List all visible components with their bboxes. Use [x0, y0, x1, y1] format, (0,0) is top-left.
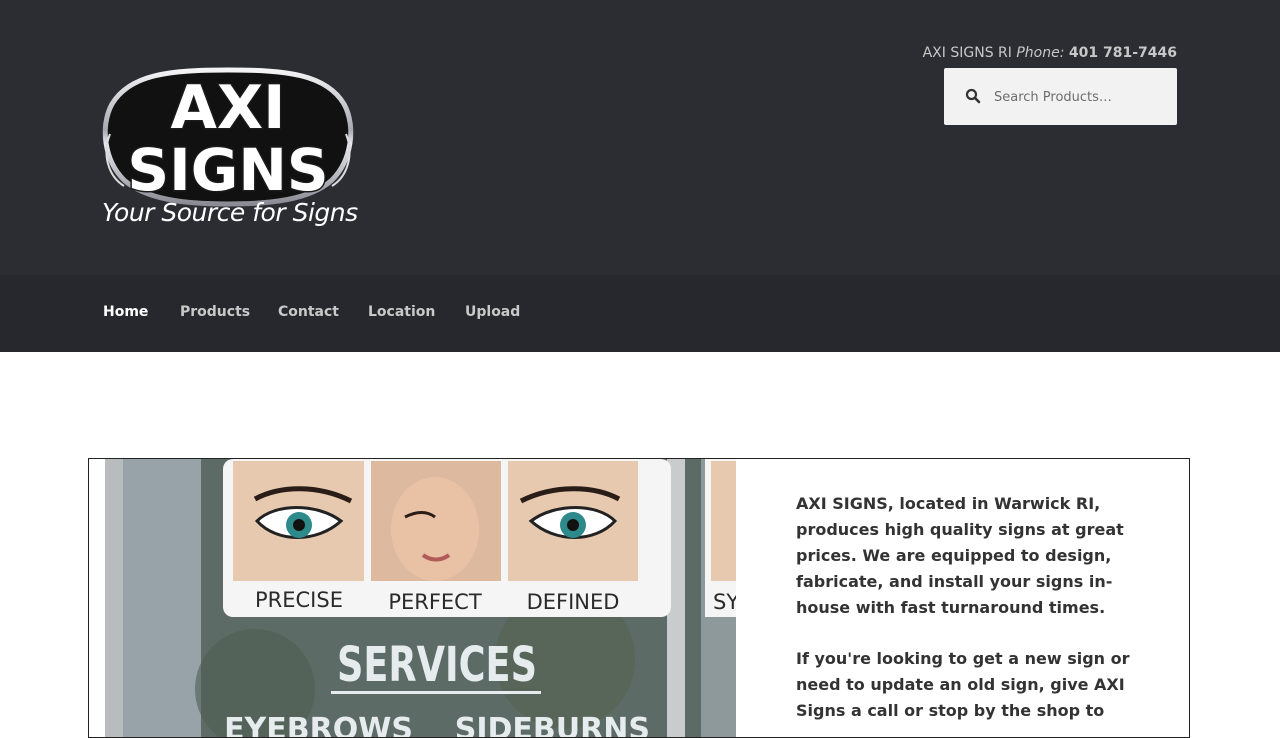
nav-location[interactable]: Location	[368, 304, 435, 320]
sign-caption-defined: DEFINED	[527, 590, 620, 614]
contact-info: AXI SIGNS RI Phone: 401 781-7446	[923, 45, 1177, 61]
intro-text: AXI SIGNS, located in Warwick RI, produc…	[796, 491, 1146, 737]
nav-upload[interactable]: Upload	[465, 304, 520, 320]
product-search	[944, 68, 1177, 125]
intro-paragraph: AXI SIGNS, located in Warwick RI, produc…	[796, 494, 1124, 617]
site-header: AXI SIGNS Your Source for Signs AXI SIGN…	[0, 0, 1280, 275]
sign-caption-precise: PRECISE	[255, 588, 343, 612]
search-input[interactable]	[994, 84, 1164, 110]
phone-number[interactable]: 401 781-7446	[1069, 45, 1177, 61]
sign-services-line: EYEBROWS SIDEBURNS	[224, 712, 650, 738]
main-navigation: Home Products Contact Location Upload	[0, 275, 1280, 352]
window-sign-image: PRECISE PERFECT DEFINED SY SERVICES EYEB…	[105, 459, 736, 738]
phone-label: Phone:	[1016, 45, 1065, 61]
sign-services-title: SERVICES	[337, 637, 537, 693]
sign-caption-perfect: PERFECT	[388, 590, 482, 614]
sign-caption-partial: SY	[713, 590, 736, 614]
nav-home[interactable]: Home	[103, 304, 148, 320]
logo-text-top: AXI	[170, 73, 285, 143]
logo-text-bottom: SIGNS	[127, 136, 328, 204]
nav-contact[interactable]: Contact	[278, 304, 339, 320]
logo-tagline: Your Source for Signs	[102, 198, 358, 227]
storefront-photo: PRECISE PERFECT DEFINED SY SERVICES EYEB…	[105, 459, 736, 738]
nav-products[interactable]: Products	[180, 304, 250, 320]
call-to-action-paragraph: If you're looking to get a new sign or n…	[796, 649, 1130, 720]
search-icon[interactable]	[965, 88, 981, 104]
company-name: AXI SIGNS RI	[922, 45, 1012, 61]
featured-content: PRECISE PERFECT DEFINED SY SERVICES EYEB…	[88, 458, 1190, 738]
